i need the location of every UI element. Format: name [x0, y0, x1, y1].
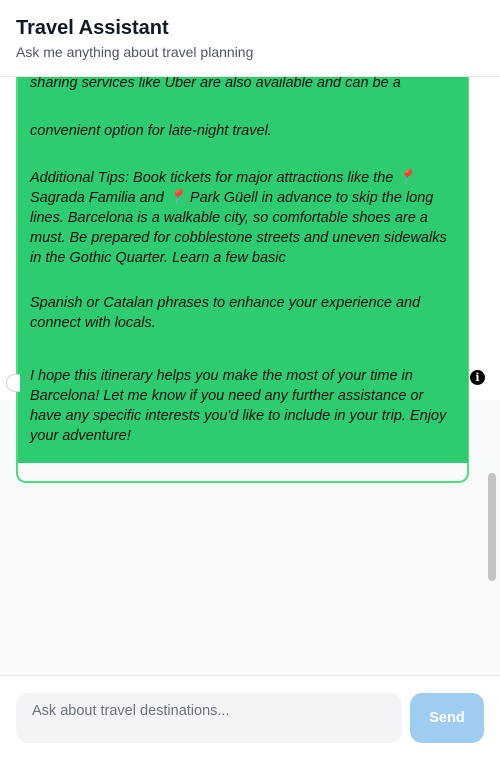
app-title: Travel Assistant — [16, 17, 169, 39]
message-paragraph: convenient option for late-night travel. — [30, 123, 272, 139]
composer: Send — [0, 675, 500, 758]
chat-area[interactable]: sharing services like Uber are also avai… — [0, 77, 500, 675]
message-text-line: sharing services like Uber are also avai… — [30, 77, 401, 91]
header: Travel Assistant Ask me anything about t… — [0, 0, 500, 77]
app-subtitle: Ask me anything about travel planning — [16, 44, 254, 60]
scrollbar-thumb[interactable] — [488, 473, 496, 581]
message-paragraph: Spanish or Catalan phrases to enhance yo… — [30, 295, 421, 331]
info-icon[interactable]: i — [470, 370, 485, 385]
message-paragraph: Additional Tips: Book tickets for major … — [30, 170, 447, 266]
message-input[interactable] — [16, 693, 402, 743]
assistant-avatar — [6, 374, 20, 392]
message-paragraph: I hope this itinerary helps you make the… — [30, 368, 447, 444]
chat-scrollbar[interactable] — [486, 77, 498, 675]
send-button[interactable]: Send — [410, 693, 484, 743]
travel-assistant-app: Travel Assistant Ask me anything about t… — [0, 0, 500, 758]
